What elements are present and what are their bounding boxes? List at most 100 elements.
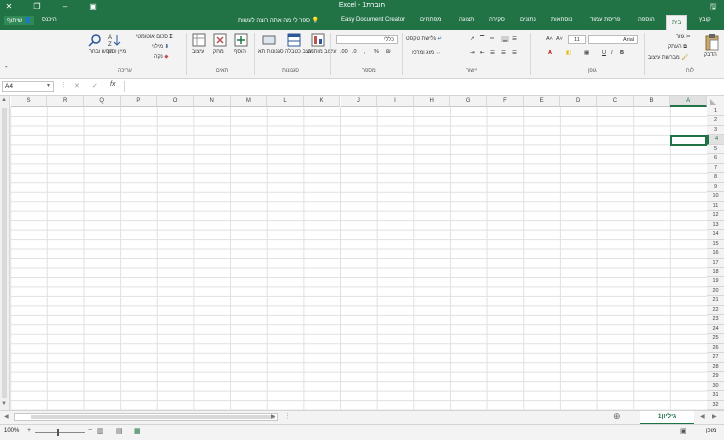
prev-sheet-icon[interactable]: ◀ <box>700 413 705 420</box>
collapse-ribbon-icon[interactable]: ⌃ <box>4 66 9 72</box>
align-middle-icon[interactable]: ═ <box>490 36 494 42</box>
row-header-28[interactable]: 28 <box>707 362 724 373</box>
column-header-r[interactable]: R <box>47 96 84 107</box>
font-name-select[interactable]: Arial <box>588 35 638 44</box>
zoom-level[interactable]: 100% <box>4 428 19 434</box>
formula-bar-drag-icon[interactable]: ⋮ <box>60 81 67 89</box>
font-size-select[interactable]: 11 <box>568 35 586 44</box>
row-header-25[interactable]: 25 <box>707 334 724 344</box>
tab-file[interactable]: קובץ <box>699 17 711 23</box>
column-header-f[interactable]: F <box>487 96 524 107</box>
merge-center-button[interactable]: מזג ומרכז ⇔ <box>412 50 441 56</box>
zoom-out-icon[interactable]: − <box>88 427 92 434</box>
autosum-button[interactable]: סכום אוטומטי Σ <box>136 34 173 40</box>
conditional-formatting-button[interactable]: עיצוב מותנה <box>308 49 337 55</box>
column-header-m[interactable]: M <box>230 96 268 107</box>
decrease-indent-icon[interactable]: ⇤ <box>480 50 485 56</box>
save-icon[interactable]: 🖫 <box>706 1 720 13</box>
row-header-13[interactable]: 13 <box>707 220 724 231</box>
active-cell-a4[interactable] <box>670 135 707 146</box>
share-button[interactable]: שיתוף 👤 <box>4 16 35 25</box>
underline-button[interactable]: U <box>602 50 606 56</box>
tab-data[interactable]: נתונים <box>520 17 536 23</box>
zoom-in-icon[interactable]: + <box>27 427 31 434</box>
row-header-11[interactable]: 11 <box>707 201 724 212</box>
align-top-icon[interactable]: ▔ <box>480 36 484 42</box>
scroll-down-icon[interactable]: ▼ <box>1 401 7 407</box>
signin-link[interactable]: היכנס <box>42 17 57 23</box>
align-right-icon[interactable]: ☰ <box>512 36 517 42</box>
row-header-9[interactable]: 9 <box>707 182 724 193</box>
tab-easy-document-creator[interactable]: Easy Document Creator <box>341 17 405 23</box>
split-handle-icon[interactable]: ⋮ <box>284 412 291 420</box>
row-header-1[interactable]: 1 <box>707 107 724 117</box>
scroll-left-icon[interactable]: ◀ <box>4 413 9 420</box>
format-button[interactable]: עיצוב <box>192 49 204 55</box>
row-header-16[interactable]: 16 <box>707 249 724 259</box>
column-header-a[interactable]: A <box>670 96 707 107</box>
row-header-27[interactable]: 27 <box>707 353 724 363</box>
tab-review[interactable]: סקירה <box>489 17 505 23</box>
column-header-h[interactable]: H <box>413 96 451 107</box>
row-header-6[interactable]: 6 <box>707 154 724 164</box>
increase-decimal-icon[interactable]: .0 <box>352 49 357 55</box>
decrease-font-icon[interactable]: A˅ <box>556 36 563 42</box>
tab-view[interactable]: תצוגה <box>459 17 474 23</box>
row-header-10[interactable]: 10 <box>707 192 724 202</box>
increase-indent-icon[interactable]: ⇥ <box>470 50 475 56</box>
column-header-s[interactable]: S <box>10 96 48 107</box>
row-header-23[interactable]: 23 <box>707 315 724 325</box>
align-right-text-icon[interactable]: ☰ <box>512 50 517 56</box>
percent-style-button[interactable]: % <box>374 49 379 55</box>
page-layout-view-icon[interactable]: ▤ <box>116 427 123 435</box>
row-header-26[interactable]: 26 <box>707 343 724 354</box>
horizontal-scrollbar[interactable] <box>14 413 278 421</box>
insert-button[interactable]: הוסף <box>234 49 246 55</box>
currency-icon[interactable]: ₪ <box>386 49 391 55</box>
column-header-b[interactable]: B <box>633 96 671 107</box>
tab-developer[interactable]: מפתחים <box>420 17 441 23</box>
worksheet-grid[interactable]: ▲ ▼ ABCDEFGHIJKLMNOPQRS 1 2 3 4 5 6 7 8 9 10 11 12 1… <box>0 96 724 411</box>
italic-button[interactable]: I <box>611 50 613 56</box>
align-center-icon[interactable]: ☰ <box>501 50 506 56</box>
name-box-dropdown-icon[interactable]: ▾ <box>47 82 50 89</box>
horizontal-scroll-thumb[interactable] <box>31 415 275 419</box>
row-header-2[interactable]: 2 <box>707 116 724 126</box>
tell-me-search[interactable]: ספר לי מה אתה רוצה לעשות 💡 <box>238 17 319 24</box>
row-header-31[interactable]: 31 <box>707 391 724 401</box>
scroll-up-icon[interactable]: ▲ <box>1 97 7 103</box>
paste-button[interactable]: הדבק <box>704 52 717 58</box>
insert-function-icon[interactable]: fx <box>110 81 115 88</box>
row-header-15[interactable]: 15 <box>707 239 724 250</box>
font-color-icon[interactable]: A <box>548 50 552 56</box>
scroll-right-icon[interactable]: ▶ <box>271 413 276 420</box>
column-header-k[interactable]: K <box>303 96 341 107</box>
tab-insert[interactable]: הוספה <box>638 17 655 23</box>
row-header-7[interactable]: 7 <box>707 163 724 174</box>
column-header-n[interactable]: N <box>193 96 231 107</box>
formula-input[interactable] <box>124 81 721 92</box>
cut-button[interactable]: גזור ✂ <box>676 34 691 40</box>
normal-view-icon[interactable]: ▦ <box>134 427 141 435</box>
column-header-j[interactable]: J <box>340 96 378 107</box>
row-header-8[interactable]: 8 <box>707 173 724 183</box>
column-header-d[interactable]: D <box>560 96 598 107</box>
tab-home[interactable]: בית <box>666 15 688 31</box>
increase-font-icon[interactable]: A˄ <box>546 36 553 42</box>
format-painter-button[interactable]: מברשת עיצוב 🖌 <box>648 55 688 61</box>
row-header-24[interactable]: 24 <box>707 324 724 335</box>
row-header-3[interactable]: 3 <box>707 125 724 136</box>
row-header-29[interactable]: 29 <box>707 372 724 382</box>
cell-styles-button[interactable]: סגנונות תא <box>258 49 284 55</box>
column-header-g[interactable]: G <box>450 96 488 107</box>
row-header-22[interactable]: 22 <box>707 305 724 316</box>
zoom-slider-thumb[interactable] <box>57 429 59 436</box>
row-header-18[interactable]: 18 <box>707 267 724 278</box>
delete-button[interactable]: מחק <box>213 49 224 55</box>
copy-button[interactable]: העתק ⧉ <box>668 44 687 51</box>
row-header-12[interactable]: 12 <box>707 211 724 221</box>
number-format-select[interactable]: כללי <box>336 35 398 44</box>
page-break-view-icon[interactable]: ▥ <box>97 427 104 435</box>
comma-style-button[interactable]: , <box>364 49 366 55</box>
fill-button[interactable]: מילוי ⬇ <box>152 44 169 50</box>
